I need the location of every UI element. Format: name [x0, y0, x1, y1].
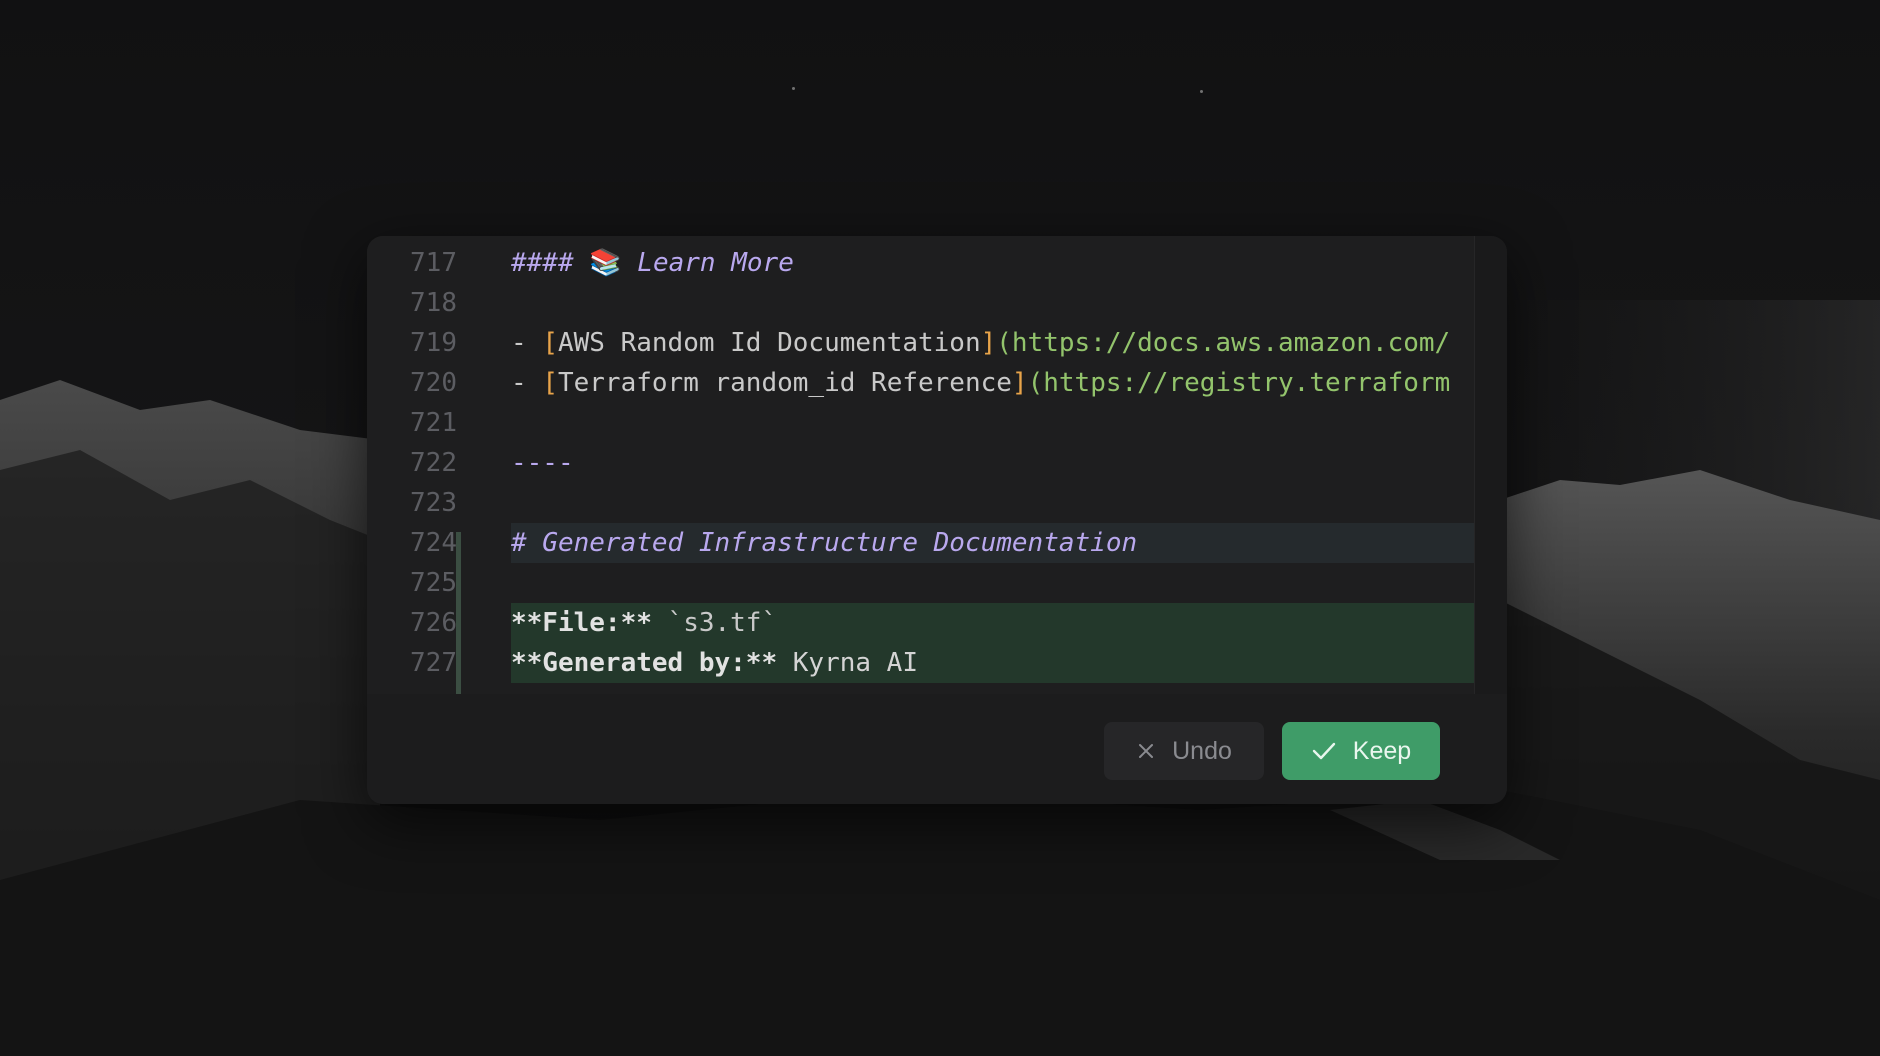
change-indicator: [456, 532, 461, 694]
code-editor[interactable]: 716717#### 📚 Learn More718719- [AWS Rand…: [367, 236, 1475, 694]
line-number: 720: [410, 368, 457, 398]
code-token: ]: [1011, 368, 1028, 398]
inline-diff-panel: 716717#### 📚 Learn More718719- [AWS Rand…: [367, 236, 1507, 804]
desktop-background: 716717#### 📚 Learn More718719- [AWS Rand…: [0, 0, 1880, 1056]
code-token: [: [542, 328, 558, 358]
line-number: 722: [410, 448, 457, 478]
code-line[interactable]: 725: [367, 563, 1475, 603]
code-line[interactable]: 726 **File:** `s3.tf`: [367, 603, 1475, 643]
line-number: 723: [410, 488, 457, 518]
code-line[interactable]: 724 # Generated Infrastructure Documentat…: [367, 523, 1475, 563]
line-content: **File:** `s3.tf`: [511, 603, 1475, 643]
close-icon: [1136, 741, 1156, 761]
code-token: (https://registry.terraform: [1027, 368, 1451, 398]
code-token: Kyrna AI: [777, 648, 918, 678]
line-number: 726: [410, 608, 457, 638]
keep-button-label: Keep: [1352, 736, 1412, 765]
books-emoji-icon: 📚: [589, 248, 622, 278]
code-token: -: [511, 368, 543, 398]
undo-button-label: Undo: [1172, 736, 1232, 765]
line-number: 727: [410, 648, 457, 678]
diff-actions-bar: Undo Keep: [367, 694, 1507, 804]
code-token: **File:**: [511, 608, 652, 638]
line-number: 718: [410, 288, 457, 318]
star: [1200, 90, 1203, 93]
line-number: 724: [410, 528, 457, 558]
code-token: ####: [511, 248, 590, 278]
code-token: AWS Random Id Documentation: [557, 328, 981, 358]
code-token: # Generated Infrastructure Documentation: [511, 528, 1138, 558]
code-token: ]: [980, 328, 997, 358]
line-content: **Generated by:** Kyrna AI: [511, 643, 1475, 683]
code-token: **Generated by:**: [511, 648, 778, 678]
line-number: 721: [410, 408, 457, 438]
line-number: 717: [410, 248, 457, 278]
code-token: Learn More: [621, 248, 794, 278]
line-content: ----: [511, 443, 1475, 483]
code-line[interactable]: 722 ----: [367, 443, 1475, 483]
code-token: [: [542, 368, 558, 398]
code-token: `s3.tf`: [651, 608, 778, 638]
line-content: # Generated Infrastructure Documentation: [511, 523, 1475, 563]
line-content: - [Terraform random_id Reference](https:…: [511, 363, 1475, 403]
code-line[interactable]: 721: [367, 403, 1475, 443]
code-line[interactable]: 718: [367, 283, 1475, 323]
editor-scrollbar[interactable]: [1474, 236, 1507, 694]
undo-button[interactable]: Undo: [1104, 722, 1264, 780]
code-line[interactable]: 723: [367, 483, 1475, 523]
code-line[interactable]: 716: [367, 236, 1475, 243]
code-line[interactable]: 717 #### 📚 Learn More: [367, 243, 1475, 283]
code-line[interactable]: 727 **Generated by:** Kyrna AI: [367, 643, 1475, 683]
line-content: - [AWS Random Id Documentation](https://…: [511, 323, 1475, 363]
line-number: 716: [367, 236, 457, 243]
code-token: -: [511, 328, 543, 358]
line-content: #### 📚 Learn More: [511, 243, 1475, 283]
line-number: 719: [410, 328, 457, 358]
code-token: (https://docs.aws.amazon.com/: [996, 328, 1451, 358]
check-icon: [1311, 740, 1337, 762]
editor-lines: 716717#### 📚 Learn More718719- [AWS Rand…: [367, 236, 1475, 683]
line-number: 725: [410, 568, 457, 598]
code-token: ----: [511, 448, 574, 478]
code-token: Terraform random_id Reference: [557, 368, 1012, 398]
code-line[interactable]: 720 - [Terraform random_id Reference](htt…: [367, 363, 1475, 403]
star: [792, 87, 795, 90]
code-line[interactable]: 719 - [AWS Random Id Documentation](https…: [367, 323, 1475, 363]
keep-button[interactable]: Keep: [1282, 722, 1440, 780]
